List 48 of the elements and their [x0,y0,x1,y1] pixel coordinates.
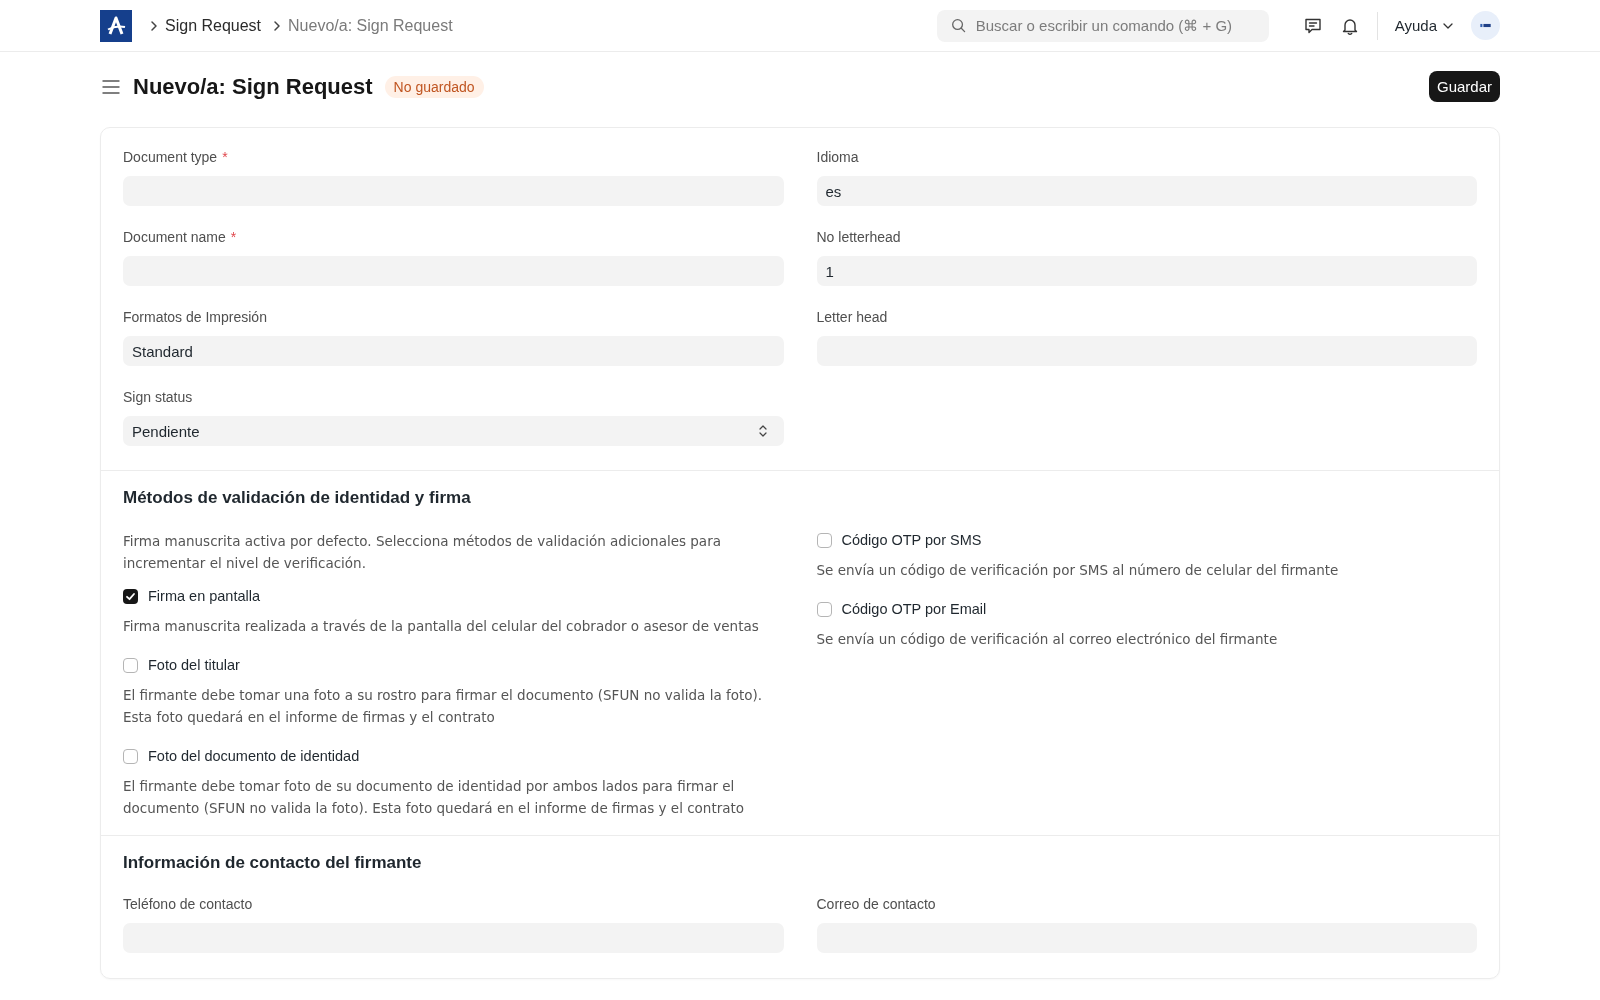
text-field[interactable]: Standard [123,336,784,366]
option-description: Firma manuscrita realizada a través de la pantalla del celular del cobrador o asesor de ventas [123,617,760,636]
field-label: Idioma [816,148,859,166]
checkbox[interactable] [123,588,138,604]
checkbox-label: Foto del documento de identidad [148,748,360,764]
checkbox[interactable] [816,601,832,617]
option-description: El firmante debe tomar una foto a su rostro para firmar el documento (SFUN no valida la foto). Esta foto quedará en el informe de firmas y el contrato [123,686,764,727]
checkbox-label: Foto del titular [148,657,240,673]
checkbox[interactable] [123,657,138,673]
field-label: Formatos de Impresión [123,308,267,326]
status-badge: No guardado [384,75,484,98]
chevron-right-icon [150,19,158,32]
field-label: Teléfono de contacto [123,895,253,913]
checkbox-label: Código OTP por Email [841,601,987,617]
field-label: No letterhead [816,228,901,246]
caret-icon [1443,22,1453,29]
option-description: Se envía un código de verificación por SMS al número de celular del firmante [816,561,1340,580]
checkbox[interactable] [816,532,832,548]
field-label: Document name [123,228,226,246]
help-menu[interactable]: Ayuda [1394,17,1453,34]
option-description: Se envía un código de verificación al correo electrónico del firmante [816,630,1279,649]
chevron-updown-icon [758,425,767,437]
checkbox-label: Código OTP por SMS [841,532,982,548]
field-label: Correo de contacto [816,895,936,913]
search-field[interactable]: Buscar o escribir un comando (⌘ + G) [936,9,1269,42]
page-title: Nuevo/a: Sign Request [133,72,373,101]
section-heading: Información de contacto del firmante [123,853,423,873]
option-description: El firmante debe tomar foto de su documento de identidad por ambos lados para firmar el documento (SFUN no valida la foto). Esta foto quedará en el informe de firmas y el contrato [123,777,746,818]
field-label: Document type [123,148,218,166]
breadcrumb-link[interactable]: Sign Request [165,16,262,35]
text-field[interactable]: es [816,176,1477,206]
checkbox[interactable] [123,748,138,764]
field-label: Sign status [123,388,193,406]
menu-icon[interactable] [102,78,120,95]
text-field[interactable]: 1 [816,256,1477,286]
search-icon [950,18,966,33]
required-mark: * [230,228,237,246]
checkbox-label: Firma en pantalla [148,588,261,604]
section-heading: Métodos de validación de identidad y firma [123,488,472,508]
help-text: Firma manuscrita activa por defecto. Selecciona métodos de validación adicionales para incrementar el nivel de verificación. [123,532,722,573]
logo-icon[interactable] [100,9,132,42]
save-button[interactable]: Guardar [1428,71,1500,102]
select-field[interactable]: Pendiente [123,416,784,446]
required-mark: * [222,148,228,166]
field-label: Letter head [816,308,888,326]
chevron-right-icon [273,19,282,32]
breadcrumb-link[interactable]: Nuevo/a: Sign Request [288,16,453,35]
avatar-icon[interactable] [1471,11,1500,40]
